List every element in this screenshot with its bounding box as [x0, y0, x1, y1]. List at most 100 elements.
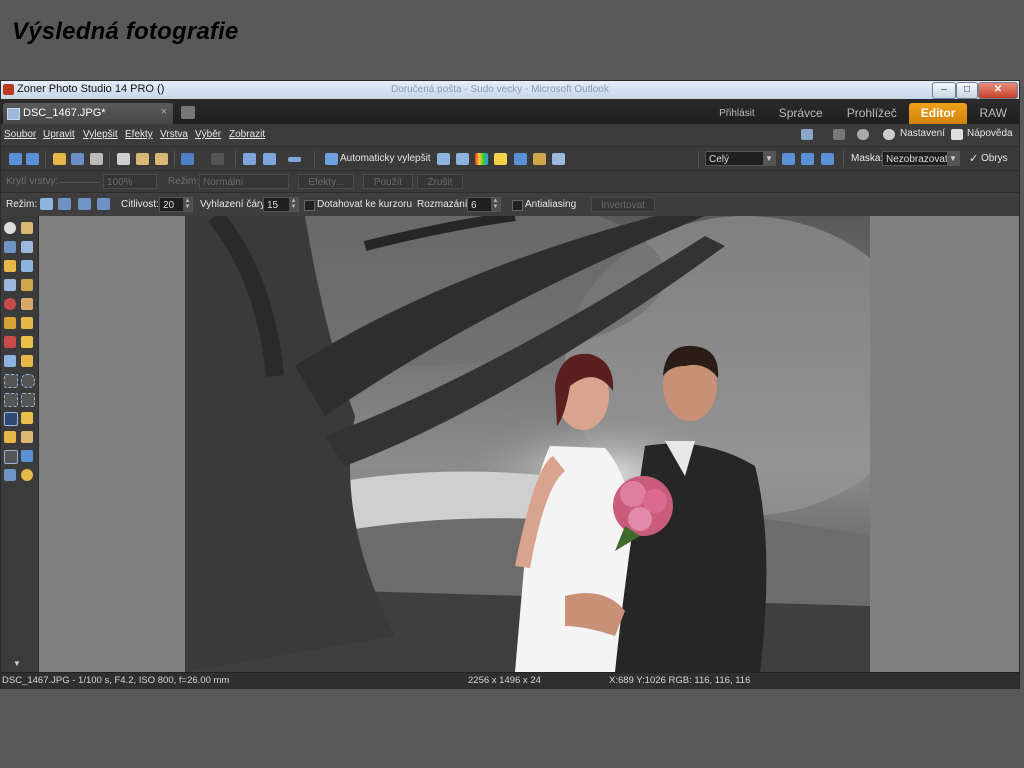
intersect-selection-icon[interactable] [97, 198, 110, 210]
close-button[interactable]: ✕ [978, 82, 1018, 99]
open-folder-icon[interactable] [53, 153, 66, 165]
display-mode-icon[interactable] [801, 129, 813, 140]
landscape-icon[interactable] [21, 279, 33, 291]
pencil-icon[interactable] [21, 336, 33, 348]
tab-manager[interactable]: Správce [767, 103, 835, 124]
filter-2-icon[interactable] [456, 153, 469, 165]
outline-checkbox[interactable]: ✓ [969, 152, 978, 165]
straighten-icon[interactable] [288, 157, 301, 162]
mask-select[interactable]: Nezobrazovat ▼ [882, 151, 960, 166]
help-icon[interactable] [951, 129, 963, 140]
rotate-right-icon[interactable] [263, 153, 276, 165]
zoom-icon[interactable] [4, 222, 16, 234]
effects-button[interactable]: Efekty... [298, 174, 354, 189]
forward-arrow-icon[interactable] [26, 153, 39, 165]
filter-1-icon[interactable] [437, 153, 450, 165]
sharpen-icon[interactable] [514, 153, 527, 165]
apply-button[interactable]: Použít [363, 174, 413, 189]
close-tab-icon[interactable]: × [161, 106, 167, 118]
image-adjust-icon[interactable] [533, 153, 546, 165]
document-tab[interactable]: DSC_1467.JPG* × [3, 103, 173, 124]
settings-link[interactable]: Nastavení [900, 128, 945, 139]
antialias-checkbox[interactable] [512, 200, 523, 211]
redo-icon[interactable] [211, 153, 224, 165]
distortion-icon[interactable] [4, 279, 16, 291]
shape-icon[interactable] [4, 450, 18, 464]
tab-viewer[interactable]: Prohlížeč [835, 103, 909, 124]
more-tools-icon[interactable] [552, 153, 565, 165]
menu-efekty[interactable]: Efekty [125, 129, 153, 140]
straighten-tool-icon[interactable] [21, 241, 33, 253]
copy-icon[interactable] [117, 153, 130, 165]
snap-checkbox[interactable] [304, 200, 315, 211]
ellipse-select-icon[interactable] [21, 374, 35, 388]
invert-button[interactable]: Invertovat [591, 197, 655, 212]
menu-vrstva[interactable]: Vrstva [160, 129, 188, 140]
selection-brush-icon[interactable] [4, 431, 16, 443]
red-eye-icon[interactable] [4, 298, 16, 310]
hand-icon[interactable] [21, 222, 33, 234]
image-canvas[interactable] [39, 216, 1019, 672]
opacity-value[interactable]: 100% [103, 174, 157, 189]
blur-input[interactable]: 6 ▲ ▼ [467, 197, 501, 212]
fill-icon[interactable] [4, 355, 16, 367]
wedding-photo[interactable] [185, 216, 870, 672]
save-icon[interactable] [71, 153, 84, 165]
menu-vyber[interactable]: Výběr [195, 129, 221, 140]
rect-select-icon[interactable] [4, 374, 18, 388]
clone-stamp-icon[interactable] [4, 317, 16, 329]
color-balance-icon[interactable] [475, 153, 488, 165]
user-icon[interactable] [857, 129, 869, 140]
new-tab-icon[interactable] [181, 106, 195, 119]
spin-arrows-icon[interactable]: ▲ ▼ [183, 198, 192, 211]
print-icon[interactable] [90, 153, 103, 165]
auto-enhance-icon[interactable] [325, 153, 338, 165]
smoothing-input[interactable]: 15 ▲ ▼ [263, 197, 299, 212]
tab-login[interactable]: Přihlásit [707, 103, 767, 124]
menu-zobrazit[interactable]: Zobrazit [229, 129, 265, 140]
auto-enhance-button[interactable]: Automaticky vylepšit [340, 153, 431, 164]
back-arrow-icon[interactable] [9, 153, 22, 165]
subtract-selection-icon[interactable] [78, 198, 91, 210]
actual-size-icon[interactable] [821, 153, 834, 165]
crop-icon[interactable] [4, 241, 16, 253]
eraser-icon[interactable] [21, 355, 33, 367]
cancel-button[interactable]: Zrušit [417, 174, 463, 189]
spin-arrows-icon[interactable]: ▲ ▼ [491, 198, 500, 211]
maximize-button[interactable]: □ [956, 82, 978, 99]
undo-icon[interactable] [181, 153, 194, 165]
perspective-icon[interactable] [21, 260, 33, 272]
paste-as-layer-icon[interactable] [155, 153, 168, 165]
levels-icon[interactable] [4, 260, 16, 272]
menu-vylepsit[interactable]: Vylepšit [83, 129, 118, 140]
new-selection-icon[interactable] [40, 198, 53, 210]
lasso-icon[interactable] [4, 393, 18, 407]
menu-upravit[interactable]: Upravit [43, 129, 75, 140]
panel-icon[interactable] [833, 129, 845, 140]
fit-height-icon[interactable] [801, 153, 814, 165]
gradient-icon[interactable] [4, 469, 16, 481]
tab-raw[interactable]: RAW [967, 103, 1019, 124]
magnetic-lasso-icon[interactable] [4, 412, 18, 426]
opacity-slider[interactable] [59, 182, 99, 183]
healing-icon[interactable] [21, 317, 33, 329]
window-titlebar[interactable]: Zoner Photo Studio 14 PRO () Doručená po… [1, 81, 1019, 99]
polygon-lasso-icon[interactable] [21, 393, 35, 407]
settings-gear-icon[interactable] [883, 129, 895, 140]
fit-window-icon[interactable] [782, 153, 795, 165]
symbol-icon[interactable] [21, 450, 33, 462]
help-link[interactable]: Nápověda [967, 128, 1013, 139]
text-icon[interactable] [21, 431, 33, 443]
sensitivity-input[interactable]: 20 ▲ ▼ [159, 197, 193, 212]
minimize-button[interactable]: – [932, 82, 956, 99]
menu-soubor[interactable]: Soubor [4, 129, 36, 140]
brush-icon[interactable] [4, 336, 16, 348]
rotate-left-icon[interactable] [243, 153, 256, 165]
layer-mode-select[interactable]: Normální [199, 174, 289, 189]
scroll-down-icon[interactable]: ▼ [13, 659, 21, 668]
add-selection-icon[interactable] [58, 198, 71, 210]
picture-frame-icon[interactable] [21, 469, 33, 481]
light-icon[interactable] [494, 153, 507, 165]
paste-icon[interactable] [136, 153, 149, 165]
portrait-icon[interactable] [21, 298, 33, 310]
